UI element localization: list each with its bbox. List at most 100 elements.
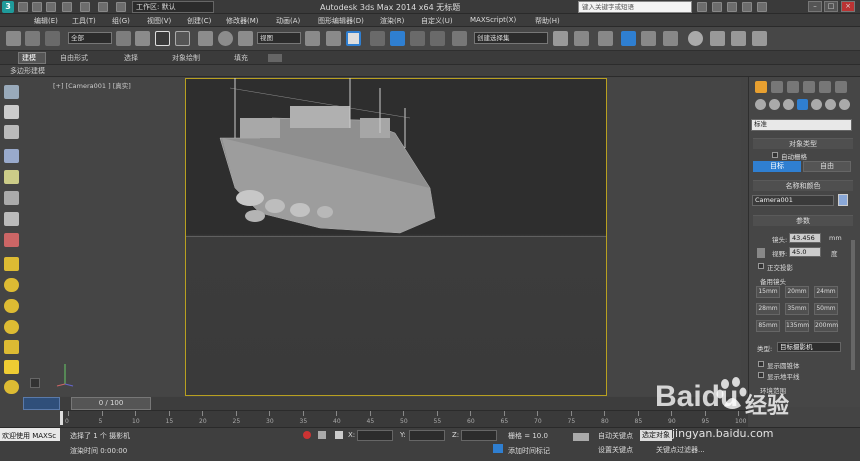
display-tab-icon[interactable]	[819, 81, 831, 93]
menu-views[interactable]: 视图(V)	[147, 16, 171, 26]
modify-tab-icon[interactable]	[771, 81, 783, 93]
hierarchy-tab-icon[interactable]	[787, 81, 799, 93]
unlink-icon[interactable]	[25, 31, 40, 46]
motion-tab-icon[interactable]	[803, 81, 815, 93]
minimize-button[interactable]: –	[808, 1, 822, 12]
menu-graph-editors[interactable]: 图形编辑器(D)	[318, 16, 364, 26]
lens-15mm-button[interactable]: 15mm	[756, 286, 780, 298]
pivot-center-icon[interactable]	[305, 31, 320, 46]
open-file-icon[interactable]	[32, 2, 42, 12]
grid-icon[interactable]	[4, 149, 19, 163]
menu-rendering[interactable]: 渲染(R)	[380, 16, 404, 26]
selected-dropdown[interactable]: 选定对象	[640, 430, 672, 441]
parameters-rollout[interactable]: 参数	[753, 215, 853, 226]
maximize-button[interactable]: □	[824, 1, 838, 12]
free-camera-button[interactable]: 自由	[803, 161, 851, 172]
ribbon-tab-freeform[interactable]: 自由形式	[60, 53, 88, 63]
ribbon-tab-selection[interactable]: 选择	[124, 53, 138, 63]
pyramid-primitive-icon[interactable]	[4, 340, 19, 354]
schematic-view-icon[interactable]	[663, 31, 678, 46]
favorites-star-icon[interactable]	[742, 2, 752, 12]
box-icon[interactable]	[4, 105, 19, 119]
reference-coordinate-dropdown[interactable]: 视图	[257, 32, 301, 44]
close-button[interactable]: ×	[841, 1, 855, 12]
selection-lock-icon[interactable]	[318, 431, 326, 439]
redo-icon[interactable]	[80, 2, 90, 12]
torus-primitive-icon[interactable]	[4, 320, 19, 334]
auto-key-button[interactable]: 自动关键点	[598, 431, 633, 441]
rendered-frame-window-icon[interactable]	[731, 31, 746, 46]
ship-model[interactable]	[200, 78, 450, 238]
set-key-button[interactable]: 设置关键点	[598, 445, 633, 455]
track-bar[interactable]: 0 5 10 15 20 25 30 35 40 45 50 55 60 65 70 75 80 85 90 95 10…	[60, 410, 748, 427]
project-folder-icon[interactable]	[98, 2, 108, 12]
lens-85mm-button[interactable]: 85mm	[756, 320, 780, 332]
lens-spinner[interactable]: 43.456	[789, 233, 821, 243]
animate-icon[interactable]	[4, 233, 19, 247]
align-icon[interactable]	[574, 31, 589, 46]
spinner-snap-icon[interactable]	[430, 31, 445, 46]
render-production-icon[interactable]	[752, 31, 767, 46]
menu-customize[interactable]: 自定义(U)	[421, 16, 453, 26]
current-frame-marker[interactable]	[60, 411, 63, 425]
link-icon[interactable]	[116, 2, 126, 12]
move-icon[interactable]	[198, 31, 213, 46]
sphere-primitive-icon[interactable]	[4, 299, 19, 313]
menu-modifiers[interactable]: 修改器(M)	[226, 16, 259, 26]
orthographic-checkbox[interactable]	[758, 263, 764, 269]
key-filters-button[interactable]: 关键点过滤器...	[656, 445, 705, 455]
ribbon-tab-modeling[interactable]: 建模	[22, 53, 36, 63]
percent-snap-icon[interactable]	[410, 31, 425, 46]
window-crossing-icon[interactable]	[175, 31, 190, 46]
space-warps-icon[interactable]	[825, 99, 836, 110]
save-file-icon[interactable]	[46, 2, 56, 12]
select-manipulate-icon[interactable]	[326, 31, 341, 46]
add-time-tag[interactable]: 添加时间标记	[508, 446, 550, 456]
object-name-input[interactable]: Camera001	[752, 195, 834, 206]
scale-icon[interactable]	[238, 31, 253, 46]
communication-icon[interactable]	[727, 2, 737, 12]
utilities-tab-icon[interactable]	[835, 81, 847, 93]
light-icon[interactable]	[4, 170, 19, 184]
lens-28mm-button[interactable]: 28mm	[756, 303, 780, 315]
search-icon[interactable]	[697, 2, 707, 12]
target-camera-button[interactable]: 目标	[753, 161, 801, 172]
ribbon-tab-object-paint[interactable]: 对象绘制	[172, 53, 200, 63]
lens-24mm-button[interactable]: 24mm	[814, 286, 838, 298]
select-link-icon[interactable]	[6, 31, 21, 46]
angle-snap-icon[interactable]	[390, 31, 405, 46]
menu-maxscript[interactable]: MAXScript(X)	[470, 16, 516, 24]
shapes-icon[interactable]	[769, 99, 780, 110]
subscription-icon[interactable]	[712, 2, 722, 12]
object-color-swatch[interactable]	[838, 194, 848, 206]
cameras-icon[interactable]	[797, 99, 808, 110]
material-editor-icon[interactable]	[688, 31, 703, 46]
viewport-layout-icon[interactable]	[4, 85, 19, 99]
lens-135mm-button[interactable]: 135mm	[785, 320, 809, 332]
auto-grid-checkbox[interactable]	[772, 152, 778, 158]
fov-spinner[interactable]: 45.0	[789, 247, 821, 257]
keyboard-shortcut-override-icon[interactable]	[346, 31, 361, 46]
y-coord-field[interactable]	[409, 430, 445, 441]
sun-light-icon[interactable]	[4, 360, 19, 374]
search-input[interactable]: 键入关键字或短语	[578, 1, 692, 13]
lens-50mm-button[interactable]: 50mm	[814, 303, 838, 315]
mirror-icon[interactable]	[553, 31, 568, 46]
doc-icon[interactable]	[4, 125, 19, 139]
menu-create[interactable]: 创建(C)	[187, 16, 211, 26]
systems-icon[interactable]	[839, 99, 850, 110]
box-primitive-icon[interactable]	[4, 257, 19, 271]
new-file-icon[interactable]	[18, 2, 28, 12]
lens-35mm-button[interactable]: 35mm	[785, 303, 809, 315]
frame-counter[interactable]: 0 / 100	[71, 397, 151, 410]
command-panel-scrollbar[interactable]	[851, 240, 855, 370]
ribbon-options-icon[interactable]	[268, 54, 282, 62]
create-tab-icon[interactable]	[755, 81, 767, 93]
bind-space-warp-icon[interactable]	[45, 31, 60, 46]
menu-help[interactable]: 帮助(H)	[535, 16, 560, 26]
time-config-icon[interactable]	[23, 397, 60, 410]
camera-type-dropdown[interactable]: 目标摄影机	[777, 342, 841, 352]
select-by-name-icon[interactable]	[135, 31, 150, 46]
sphere-tool-icon[interactable]	[4, 212, 19, 226]
object-type-rollout[interactable]: 对象类型	[753, 138, 853, 149]
